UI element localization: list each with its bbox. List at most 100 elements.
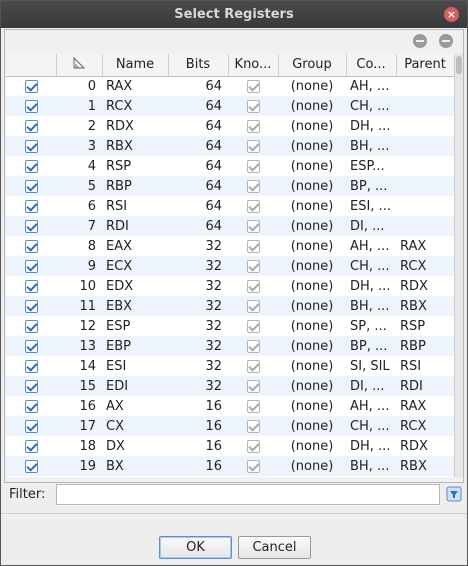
table-row[interactable]: 15 EDI 32 (none) DI, ... RDI: [6, 376, 454, 396]
table-row[interactable]: 3 RBX 64 (none) BH, ...: [6, 136, 454, 156]
known-checkbox-cell: [228, 116, 278, 136]
select-checkbox-cell[interactable]: [6, 296, 56, 316]
table-row[interactable]: 10 EDX 32 (none) DH, ... RDX: [6, 276, 454, 296]
register-group-cell: (none): [278, 116, 346, 136]
select-checkbox[interactable]: [24, 419, 38, 433]
select-checkbox-cell[interactable]: [6, 256, 56, 276]
table-row[interactable]: 2 RDX 64 (none) DH, ...: [6, 116, 454, 136]
table-row[interactable]: 17 CX 16 (none) CH, ... RCX: [6, 416, 454, 436]
register-children-cell: DH, ...: [346, 276, 396, 296]
select-checkbox-cell[interactable]: [6, 216, 56, 236]
register-bits-cell: 32: [168, 336, 228, 356]
register-group-cell: (none): [278, 236, 346, 256]
select-checkbox-cell[interactable]: [6, 416, 56, 436]
select-all-column-header[interactable]: [6, 54, 57, 77]
filter-options-icon[interactable]: [446, 486, 462, 502]
register-children: AH, ...: [350, 238, 390, 254]
row-index: 7: [87, 218, 96, 234]
select-checkbox-cell[interactable]: [6, 236, 56, 256]
select-checkbox[interactable]: [24, 259, 38, 273]
close-icon[interactable]: ×: [444, 7, 459, 22]
select-checkbox[interactable]: [24, 139, 38, 153]
table-row[interactable]: 4 RSP 64 (none) ESP...: [6, 156, 454, 176]
register-bits: 64: [205, 178, 222, 194]
table-row[interactable]: 14 ESI 32 (none) SI, SIL RSI: [6, 356, 454, 376]
select-checkbox[interactable]: [24, 119, 38, 133]
table-row[interactable]: 5 RBP 64 (none) BP, ...: [6, 176, 454, 196]
select-checkbox-cell[interactable]: [6, 316, 56, 336]
known-checkbox-cell: [228, 216, 278, 236]
group-column-header[interactable]: Group: [278, 54, 347, 77]
table-row[interactable]: 8 EAX 32 (none) AH, ... RAX: [6, 236, 454, 256]
select-checkbox-cell[interactable]: [6, 116, 56, 136]
select-checkbox[interactable]: [24, 319, 38, 333]
scrollbar-thumb[interactable]: [456, 56, 462, 74]
title-bar: Select Registers ×: [1, 1, 467, 28]
register-group: (none): [290, 218, 334, 234]
cancel-button[interactable]: Cancel: [238, 536, 311, 559]
select-checkbox[interactable]: [24, 359, 38, 373]
name-column-header[interactable]: Name: [102, 54, 169, 77]
select-checkbox-cell[interactable]: [6, 376, 56, 396]
table-row[interactable]: 0 RAX 64 (none) AH, ...: [6, 76, 454, 96]
register-name: ESP: [106, 318, 131, 334]
select-checkbox-cell[interactable]: [6, 176, 56, 196]
select-checkbox[interactable]: [24, 239, 38, 253]
select-checkbox[interactable]: [24, 279, 38, 293]
select-checkbox-cell[interactable]: [6, 396, 56, 416]
select-checkbox[interactable]: [24, 459, 38, 473]
known-checkbox: [246, 119, 260, 133]
table-row[interactable]: 18 DX 16 (none) DH, ... RDX: [6, 436, 454, 456]
table-row[interactable]: 16 AX 16 (none) AH, ... RAX: [6, 396, 454, 416]
register-bits-cell: 16: [168, 416, 228, 436]
table-row[interactable]: 6 RSI 64 (none) ESI, ...: [6, 196, 454, 216]
select-checkbox[interactable]: [24, 79, 38, 93]
collapse-icon[interactable]: [412, 34, 427, 48]
select-checkbox[interactable]: [24, 399, 38, 413]
children-column-header[interactable]: Co...: [346, 54, 397, 77]
table-row[interactable]: 7 RDI 64 (none) DI, ...: [6, 216, 454, 236]
sort-column-header[interactable]: [56, 54, 103, 77]
select-checkbox-cell[interactable]: [6, 96, 56, 116]
known-column-header[interactable]: Kno...: [228, 54, 279, 77]
select-checkbox[interactable]: [24, 159, 38, 173]
register-parent-cell: RDI: [396, 376, 454, 396]
select-checkbox[interactable]: [24, 339, 38, 353]
select-checkbox[interactable]: [24, 439, 38, 453]
known-checkbox-cell: [228, 356, 278, 376]
select-checkbox[interactable]: [24, 179, 38, 193]
select-checkbox-cell[interactable]: [6, 356, 56, 376]
table-row[interactable]: 11 EBX 32 (none) BH, ... RBX: [6, 296, 454, 316]
register-group-cell: (none): [278, 76, 346, 96]
select-checkbox-cell[interactable]: [6, 436, 56, 456]
select-checkbox[interactable]: [24, 199, 38, 213]
register-bits: 32: [205, 338, 222, 354]
select-checkbox[interactable]: [24, 99, 38, 113]
select-checkbox-cell[interactable]: [6, 196, 56, 216]
select-checkbox-cell[interactable]: [6, 136, 56, 156]
select-checkbox-cell[interactable]: [6, 336, 56, 356]
select-checkbox-cell[interactable]: [6, 76, 56, 96]
select-checkbox-cell[interactable]: [6, 276, 56, 296]
register-name: RBP: [106, 178, 132, 194]
select-checkbox[interactable]: [24, 299, 38, 313]
table-row[interactable]: 19 BX 16 (none) BH, ... RBX: [6, 456, 454, 476]
table-row[interactable]: 13 EBP 32 (none) BP, ... RBP: [6, 336, 454, 356]
bits-column-header[interactable]: Bits: [168, 54, 229, 77]
table-row[interactable]: 12 ESP 32 (none) SP, ... RSP: [6, 316, 454, 336]
select-checkbox-cell[interactable]: [6, 156, 56, 176]
filter-bar: Filter:: [4, 483, 464, 509]
vertical-scrollbar[interactable]: [454, 54, 463, 477]
table-row[interactable]: 9 ECX 32 (none) CH, ... RCX: [6, 256, 454, 276]
register-group: (none): [290, 318, 334, 334]
ok-button[interactable]: OK: [159, 536, 232, 559]
filter-input[interactable]: [56, 484, 440, 505]
parent-column-header[interactable]: Parent: [396, 54, 454, 77]
minimize-icon[interactable]: [439, 34, 453, 48]
select-checkbox[interactable]: [24, 379, 38, 393]
register-children-cell: ESI, ...: [346, 196, 396, 216]
select-checkbox[interactable]: [24, 219, 38, 233]
select-checkbox-cell[interactable]: [6, 456, 56, 476]
register-bits: 64: [205, 158, 222, 174]
table-row[interactable]: 1 RCX 64 (none) CH, ...: [6, 96, 454, 116]
